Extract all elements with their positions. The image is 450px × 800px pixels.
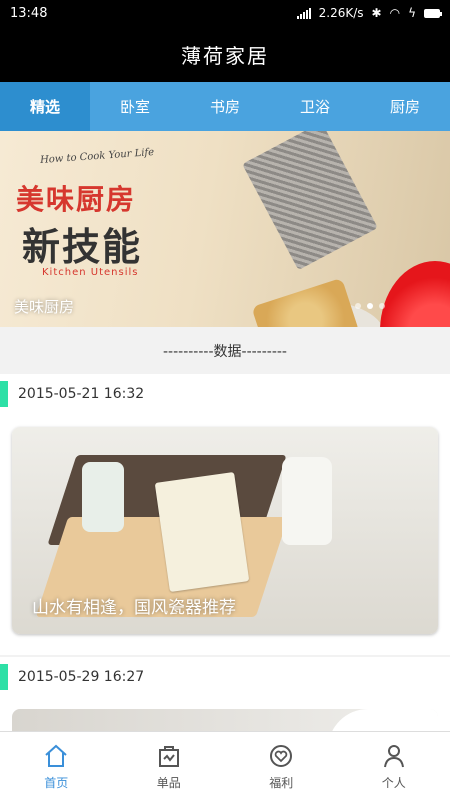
card-image [154, 471, 250, 593]
nav-profile[interactable]: 个人 [338, 732, 450, 800]
nav-items[interactable]: 单品 [113, 732, 226, 800]
banner-caption: 美味厨房 [14, 298, 75, 316]
nav-home[interactable]: 首页 [0, 732, 113, 800]
nav-label: 福利 [269, 776, 294, 790]
cup-image [82, 462, 124, 532]
carousel-dots [355, 303, 385, 309]
bag-icon [158, 746, 179, 767]
app-screen: 13:48 2.26K/s ✱ ◠ ϟ 薄荷家居 精选 卧室 书房 卫浴 厨房 … [0, 0, 450, 800]
article-card[interactable]: 山水有相逢，国风瓷器推荐 [12, 427, 438, 634]
article-date: 2015-05-29 16:27 [18, 669, 145, 685]
accent-bar [0, 381, 8, 407]
article-card-area [0, 697, 450, 731]
home-icon [45, 744, 67, 767]
divider-text: ----------数据--------- [163, 343, 287, 360]
cup-image [282, 457, 332, 545]
app-title-bar: 薄荷家居 [0, 26, 450, 82]
poster-main-title: 美味厨房 [16, 183, 137, 216]
charging-icon: ϟ [408, 6, 416, 20]
nav-label: 首页 [44, 776, 69, 790]
accent-bar [0, 664, 8, 690]
carousel-dot[interactable] [379, 303, 385, 309]
tab-kitchen[interactable]: 厨房 [360, 82, 450, 131]
bluetooth-icon: ✱ [371, 6, 382, 20]
article-date: 2015-05-21 16:32 [18, 386, 145, 402]
section-divider: ----------数据--------- [0, 327, 450, 374]
carousel-dot-active[interactable] [367, 303, 373, 309]
wifi-icon: ◠ [389, 6, 401, 20]
poster-english-subtitle: Kitchen Utensils [42, 267, 139, 278]
nav-benefits[interactable]: 福利 [225, 732, 338, 800]
tab-bedroom[interactable]: 卧室 [90, 82, 180, 131]
banner-carousel[interactable]: How to Cook Your Life 美味厨房 新技能 Kitchen U… [0, 131, 450, 327]
plate-image [328, 709, 438, 731]
article-date-row: 2015-05-29 16:27 [0, 657, 450, 697]
nav-label: 单品 [156, 776, 181, 790]
signal-icon [296, 7, 311, 19]
poster-main-subtitle: 新技能 [22, 225, 143, 269]
article-card[interactable] [12, 709, 438, 731]
article-title: 山水有相逢，国风瓷器推荐 [32, 598, 236, 618]
carousel-dot[interactable] [355, 303, 361, 309]
app-title: 薄荷家居 [181, 43, 269, 68]
article-card-area: 山水有相逢，国风瓷器推荐 [0, 414, 450, 655]
status-icons: 2.26K/s ✱ ◠ ϟ [296, 6, 442, 20]
status-time: 13:48 [10, 5, 48, 21]
banner-poster: How to Cook Your Life 美味厨房 新技能 Kitchen U… [12, 147, 184, 291]
tab-bathroom[interactable]: 卫浴 [270, 82, 360, 131]
net-speed: 2.26K/s [318, 6, 364, 20]
nav-label: 个人 [381, 776, 406, 790]
bottom-nav: 首页 单品 福利 个人 [0, 731, 450, 800]
tab-featured[interactable]: 精选 [0, 82, 90, 131]
status-bar: 13:48 2.26K/s ✱ ◠ ϟ [0, 0, 450, 26]
article-date-row: 2015-05-21 16:32 [0, 374, 450, 414]
heart-badge-icon [270, 745, 293, 767]
battery-icon [424, 8, 442, 18]
person-icon [383, 745, 404, 768]
tab-study[interactable]: 书房 [180, 82, 270, 131]
category-tabs: 精选 卧室 书房 卫浴 厨房 [0, 82, 450, 131]
